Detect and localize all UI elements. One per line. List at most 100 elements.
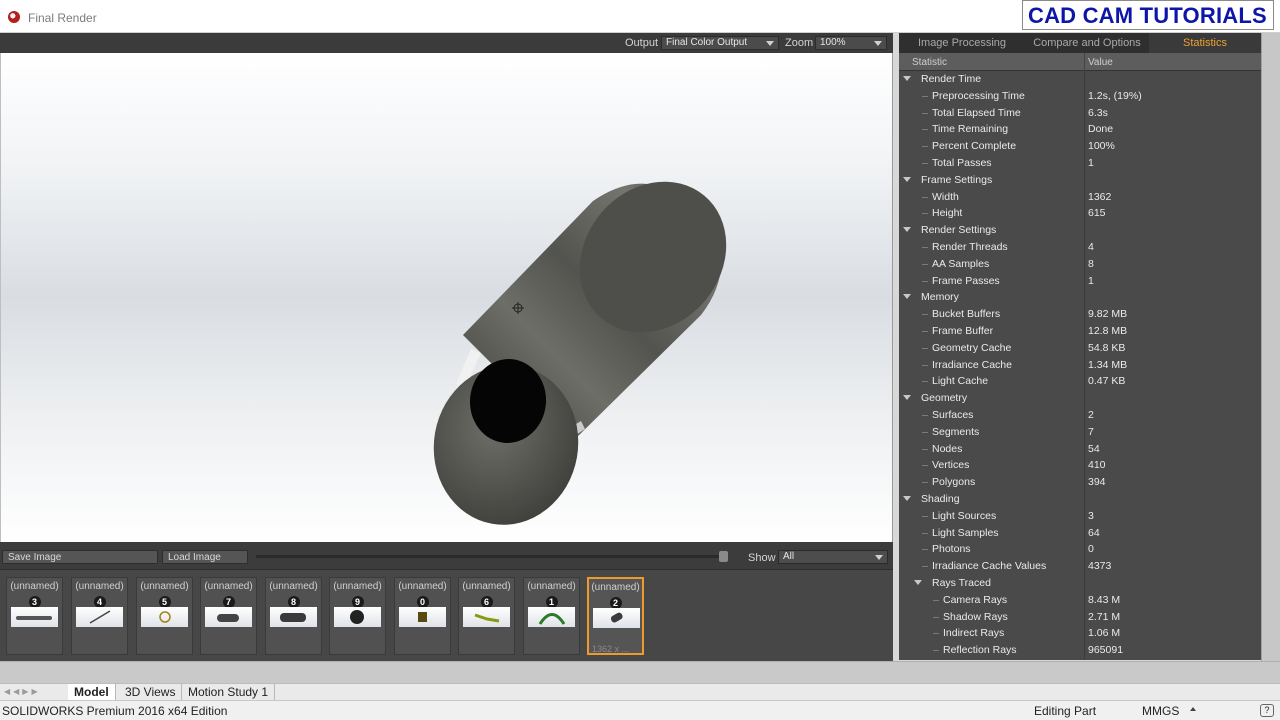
render-thumbnail[interactable]: (unnamed) 5 — [136, 577, 193, 655]
render-thumbnail[interactable]: (unnamed) 6 — [458, 577, 515, 655]
render-thumbnail[interactable]: (unnamed) 0 — [394, 577, 451, 655]
tab-3d-views[interactable]: 3D Views — [119, 684, 183, 701]
column-divider[interactable] — [1084, 53, 1085, 71]
render-thumbnail[interactable]: (unnamed) 7 — [200, 577, 257, 655]
show-filter-select[interactable]: All — [778, 550, 888, 564]
stat-row[interactable]: Photons 0 — [899, 541, 1261, 558]
output-select[interactable]: Final Color Output — [661, 36, 779, 50]
chevron-up-icon[interactable] — [1190, 707, 1196, 711]
tree-connector-icon — [922, 247, 928, 248]
panel-scrollbar[interactable] — [1261, 33, 1280, 661]
stat-value: 1362 — [1088, 190, 1112, 203]
tab-motion-study-1[interactable]: Motion Study 1 — [182, 684, 276, 701]
stat-row[interactable]: Indirect Rays 1.06 M — [899, 625, 1261, 642]
stat-group-row[interactable]: Frame Settings — [899, 172, 1261, 189]
thumbnail-label: (unnamed) — [398, 581, 447, 592]
stat-group-row[interactable]: Rays Traced — [899, 575, 1261, 592]
stat-row[interactable]: Time Remaining Done — [899, 121, 1261, 138]
stat-row[interactable]: Frame Passes 1 — [899, 273, 1261, 290]
stat-row[interactable]: Bucket Buffers 9.82 MB — [899, 306, 1261, 323]
image-slider-track[interactable] — [256, 555, 726, 558]
stat-row[interactable]: Preprocessing Time 1.2s, (19%) — [899, 88, 1261, 105]
render-history-strip: (unnamed) 3 (unnamed) 4 (unnamed) 5 (unn… — [0, 569, 893, 661]
stat-row[interactable]: Polygons 394 — [899, 474, 1261, 491]
save-image-button[interactable]: Save Image — [2, 550, 158, 564]
expand-triangle-icon[interactable] — [903, 76, 911, 81]
tree-connector-icon — [933, 616, 939, 618]
solidworks-app-icon — [8, 11, 20, 23]
stat-row[interactable]: Reflection Rays 965091 — [899, 642, 1261, 659]
tree-connector-icon — [933, 599, 939, 601]
load-image-button[interactable]: Load Image — [162, 550, 248, 564]
stat-row[interactable]: Light Samples 64 — [899, 525, 1261, 542]
value-column-header[interactable]: Value — [1088, 57, 1113, 68]
stat-row[interactable]: Frame Buffer 12.8 MB — [899, 323, 1261, 340]
image-slider-handle[interactable] — [719, 551, 728, 562]
render-viewport[interactable] — [0, 53, 893, 542]
stat-group-row[interactable]: Geometry — [899, 390, 1261, 407]
stat-name: Percent Complete — [932, 140, 1017, 153]
stat-name: Light Sources — [932, 509, 997, 522]
stat-row[interactable]: Light Sources 3 — [899, 508, 1261, 525]
show-label: Show — [748, 552, 776, 564]
stat-value: 2 — [1088, 409, 1094, 421]
stat-group-row[interactable]: Render Time — [899, 71, 1261, 88]
stat-row[interactable]: Total Elapsed Time 6.3s — [899, 105, 1261, 122]
stat-name: Render Threads — [932, 241, 1008, 253]
stat-row[interactable]: Width 1362 — [899, 189, 1261, 206]
stat-group-row[interactable]: Render Settings — [899, 222, 1261, 239]
stat-row[interactable]: Total Passes 1 — [899, 155, 1261, 172]
expand-triangle-icon[interactable] — [914, 580, 922, 585]
stat-row[interactable]: Geometry Cache 54.8 KB — [899, 340, 1261, 357]
stat-row[interactable]: Vertices 410 — [899, 457, 1261, 474]
chevron-down-icon — [766, 41, 774, 46]
statistic-column-header[interactable]: Statistic — [912, 57, 947, 68]
stat-group-row[interactable]: Memory — [899, 289, 1261, 306]
stat-row[interactable]: Segments 7 — [899, 424, 1261, 441]
tab-scroll-arrows-icon[interactable]: ◀◀▶▶ — [4, 687, 60, 698]
stat-row[interactable]: Height 615 — [899, 205, 1261, 222]
tab-compare-and-options[interactable]: Compare and Options — [1025, 33, 1149, 53]
rendered-part-image — [433, 181, 727, 525]
stat-row[interactable]: Irradiance Cache 1.34 MB — [899, 357, 1261, 374]
zoom-select[interactable]: 100% — [815, 36, 887, 50]
stat-value: 2.71 M — [1088, 610, 1121, 623]
help-icon[interactable]: ? — [1260, 704, 1274, 717]
window-title: Final Render — [28, 11, 97, 25]
stat-row[interactable]: Light Cache 0.47 KB — [899, 373, 1261, 390]
render-thumbnail[interactable]: (unnamed) 9 — [329, 577, 386, 655]
panel-splitter[interactable] — [0, 661, 1280, 683]
stat-row[interactable]: Irradiance Cache Values 4373 — [899, 558, 1261, 575]
expand-triangle-icon[interactable] — [903, 294, 911, 300]
expand-triangle-icon[interactable] — [903, 227, 911, 233]
render-thumbnail[interactable]: (unnamed) 3 — [6, 577, 63, 655]
thumbnail-image — [270, 607, 317, 627]
stat-row[interactable]: Nodes 54 — [899, 441, 1261, 458]
render-thumbnail[interactable]: (unnamed) 1 — [523, 577, 580, 655]
tab-model[interactable]: Model — [68, 684, 116, 701]
stat-value: 410 — [1088, 459, 1106, 472]
tree-connector-icon — [922, 129, 928, 131]
stat-name: Total Passes — [932, 157, 992, 169]
render-thumbnail[interactable]: (unnamed) 8 — [265, 577, 322, 655]
stat-row[interactable]: AA Samples 8 — [899, 256, 1261, 273]
tab-statistics[interactable]: Statistics — [1149, 33, 1261, 53]
stat-row[interactable]: Shadow Rays 2.71 M — [899, 609, 1261, 626]
tab-image-processing[interactable]: Image Processing — [899, 33, 1025, 53]
stat-value: 6.3s — [1088, 106, 1108, 119]
stat-value: 8.43 M — [1088, 593, 1121, 606]
stat-row[interactable]: Percent Complete 100% — [899, 138, 1261, 155]
thumbnail-label: (unnamed) — [10, 581, 59, 592]
stat-group-row[interactable]: Shading — [899, 491, 1261, 508]
render-thumbnail-selected[interactable]: (unnamed) 2 1362 x ... — [587, 577, 644, 655]
expand-triangle-icon[interactable] — [903, 395, 911, 401]
expand-triangle-icon[interactable] — [903, 496, 911, 501]
tree-connector-icon — [933, 633, 939, 635]
tree-connector-icon — [922, 448, 928, 450]
render-thumbnail[interactable]: (unnamed) 4 — [71, 577, 128, 655]
stat-row[interactable]: Render Threads 4 — [899, 239, 1261, 256]
unit-system-button[interactable]: MMGS — [1142, 704, 1179, 718]
expand-triangle-icon[interactable] — [903, 176, 911, 182]
stat-row[interactable]: Camera Rays 8.43 M — [899, 592, 1261, 609]
stat-row[interactable]: Surfaces 2 — [899, 407, 1261, 424]
